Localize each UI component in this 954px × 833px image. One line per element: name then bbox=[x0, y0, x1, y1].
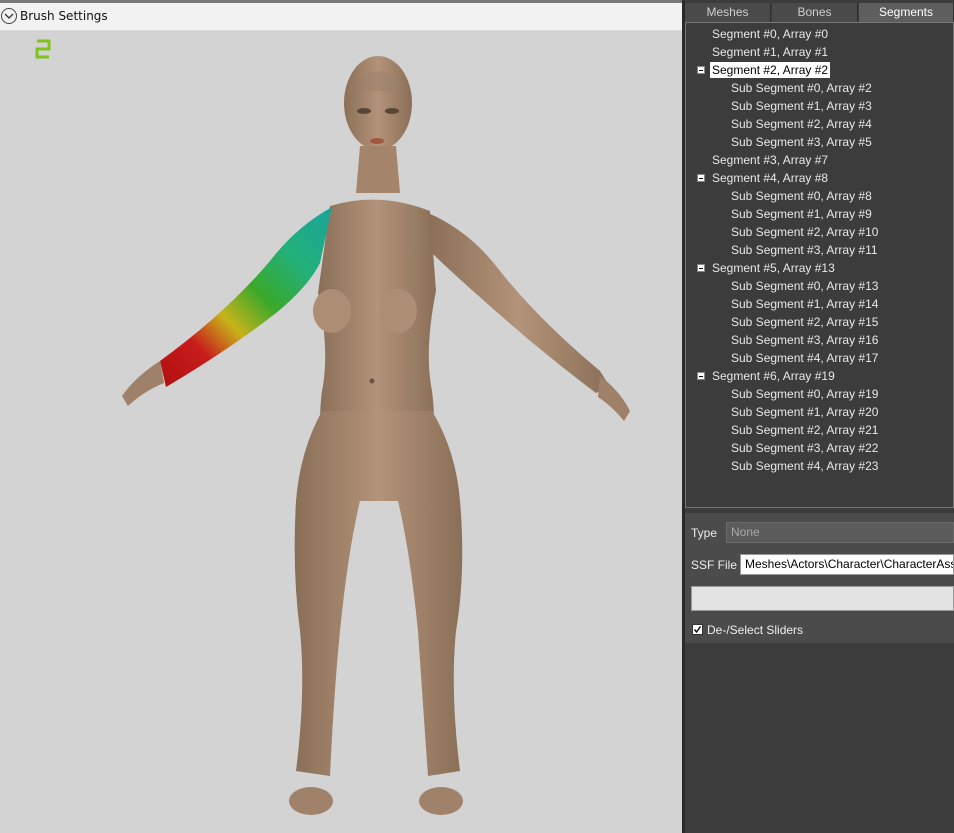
tree-sub-segment[interactable]: Sub Segment #4, Array #17 bbox=[731, 350, 878, 366]
tree-sub-segment[interactable]: Sub Segment #3, Array #11 bbox=[731, 242, 878, 258]
panel-tabs: Meshes Bones Segments bbox=[685, 3, 954, 22]
tree-sub-segment[interactable]: Sub Segment #3, Array #5 bbox=[731, 134, 872, 150]
tree-segment[interactable]: Segment #2, Array #2 bbox=[710, 62, 831, 78]
tree-sub-segment[interactable]: Sub Segment #2, Array #15 bbox=[731, 314, 878, 330]
tree-sub-segment[interactable]: Sub Segment #1, Array #14 bbox=[731, 296, 878, 312]
tree-sub-segment[interactable]: Sub Segment #2, Array #21 bbox=[731, 422, 878, 438]
character-model[interactable] bbox=[0, 31, 682, 833]
tree-sub-segment[interactable]: Sub Segment #0, Array #2 bbox=[731, 80, 872, 96]
collapse-icon[interactable] bbox=[697, 174, 705, 182]
chevron-down-icon[interactable] bbox=[1, 8, 17, 24]
ssf-file-field[interactable]: Meshes\Actors\Character\CharacterAssets bbox=[740, 554, 954, 575]
tree-segment[interactable]: Segment #1, Array #1 bbox=[712, 44, 828, 60]
tree-sub-segment[interactable]: Sub Segment #3, Array #16 bbox=[731, 332, 878, 348]
tree-sub-segment[interactable]: Sub Segment #0, Array #19 bbox=[731, 386, 878, 402]
right-panel: Meshes Bones Segments Segment #0, Array #0… bbox=[685, 0, 954, 833]
ssf-browse-field[interactable] bbox=[691, 586, 954, 611]
tree-sub-segment[interactable]: Sub Segment #3, Array #22 bbox=[731, 440, 878, 456]
tab-bones[interactable]: Bones bbox=[772, 3, 858, 22]
type-label: Type bbox=[691, 526, 718, 540]
tree-segment[interactable]: Segment #0, Array #0 bbox=[712, 26, 828, 42]
tree-sub-segment[interactable]: Sub Segment #0, Array #13 bbox=[731, 278, 878, 294]
tree-sub-segment[interactable]: Sub Segment #2, Array #10 bbox=[731, 224, 878, 240]
tree-segment[interactable]: Segment #5, Array #13 bbox=[712, 260, 835, 276]
tree-sub-segment[interactable]: Sub Segment #1, Array #9 bbox=[731, 206, 872, 222]
tree-sub-segment[interactable]: Sub Segment #4, Array #23 bbox=[731, 458, 878, 474]
segments-tree[interactable]: Segment #0, Array #0 Segment #1, Array #1… bbox=[685, 22, 954, 508]
collapse-icon[interactable] bbox=[697, 372, 705, 380]
tree-segment[interactable]: Segment #4, Array #8 bbox=[712, 170, 828, 186]
tab-meshes[interactable]: Meshes bbox=[685, 3, 771, 22]
type-field[interactable]: None bbox=[726, 522, 954, 543]
tree-sub-segment[interactable]: Sub Segment #2, Array #4 bbox=[731, 116, 872, 132]
collapse-icon[interactable] bbox=[697, 66, 705, 74]
tree-sub-segment[interactable]: Sub Segment #0, Array #8 bbox=[731, 188, 872, 204]
tab-segments[interactable]: Segments bbox=[859, 3, 954, 22]
brush-settings-bar[interactable]: Brush Settings bbox=[0, 3, 682, 31]
tree-sub-segment[interactable]: Sub Segment #1, Array #3 bbox=[731, 98, 872, 114]
tree-segment[interactable]: Segment #6, Array #19 bbox=[712, 368, 835, 384]
ssf-file-label: SSF File bbox=[691, 558, 738, 572]
deselect-sliders-checkbox[interactable] bbox=[692, 624, 703, 635]
brush-settings-label: Brush Settings bbox=[20, 9, 108, 23]
deselect-sliders-label: De-/Select Sliders bbox=[707, 623, 804, 637]
tree-sub-segment[interactable]: Sub Segment #1, Array #20 bbox=[731, 404, 878, 420]
collapse-icon[interactable] bbox=[697, 264, 705, 272]
3d-viewport[interactable] bbox=[0, 31, 682, 833]
tree-segment[interactable]: Segment #3, Array #7 bbox=[712, 152, 828, 168]
segment-properties: Type None SSF File Meshes\Actors\Charact… bbox=[685, 513, 954, 643]
